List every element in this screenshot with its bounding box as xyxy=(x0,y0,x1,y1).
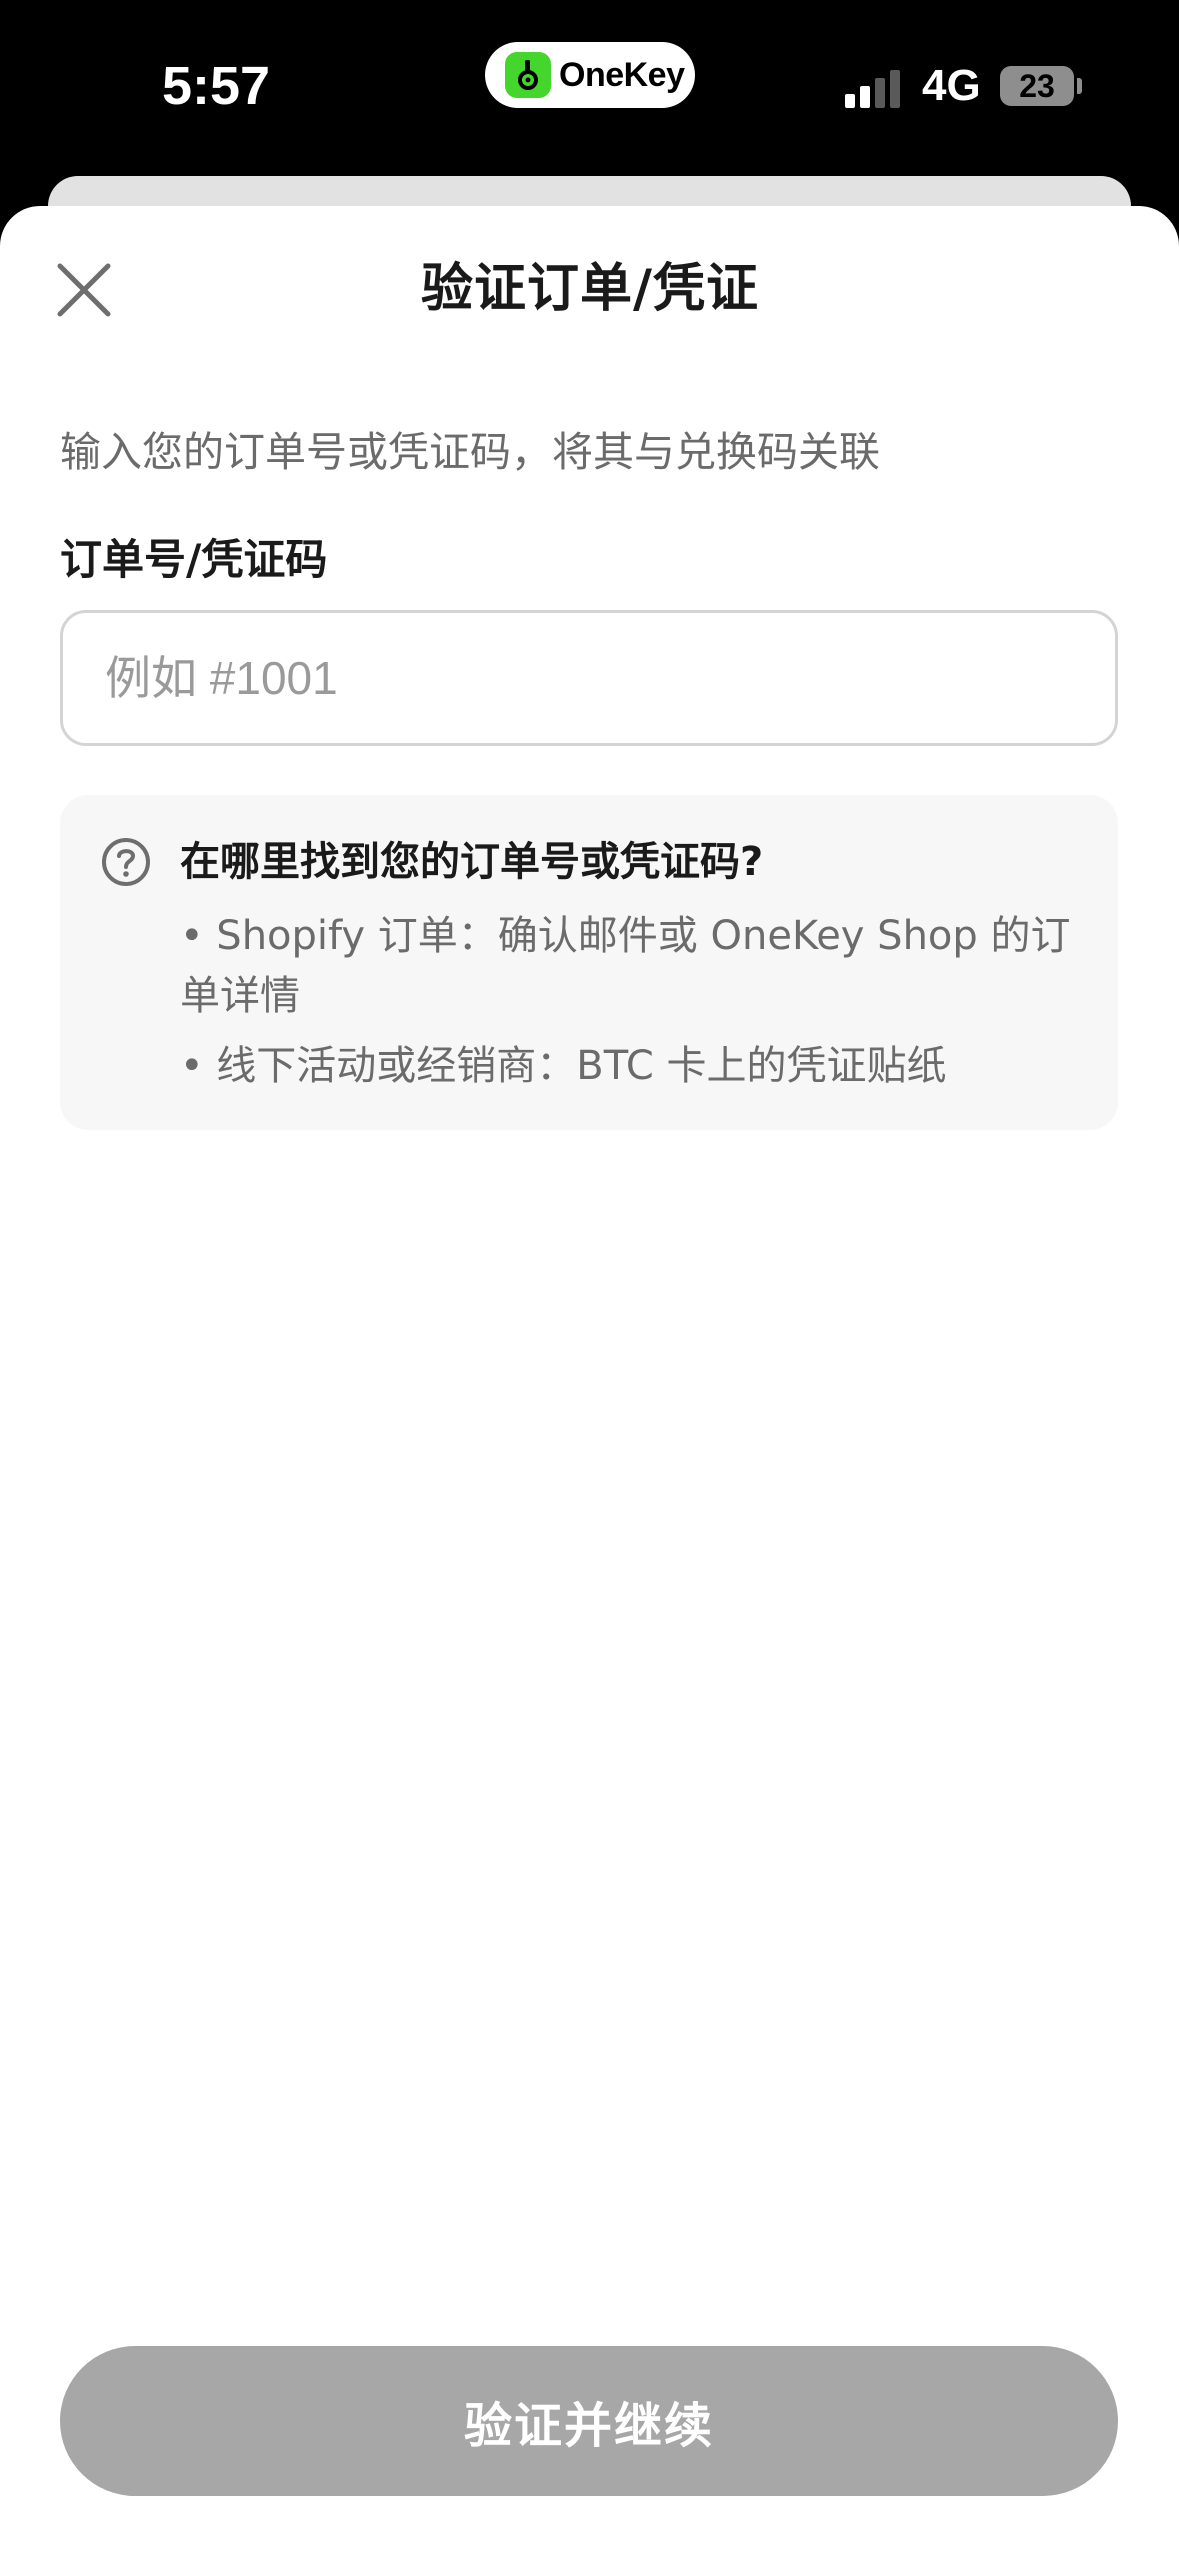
help-item-offline: • 线下活动或经销商：BTC 卡上的凭证贴纸 xyxy=(180,1043,947,1089)
help-title: 在哪里找到您的订单号或凭证码? xyxy=(180,839,764,885)
description-text: 输入您的订单号或凭证码，将其与兑换码关联 xyxy=(60,428,880,476)
battery-tip xyxy=(1077,78,1082,94)
page-title: 验证订单/凭证 xyxy=(421,259,759,319)
help-item-shopify: • Shopify 订单：确认邮件或 OneKey Shop 的订单详情 xyxy=(180,913,1071,1019)
question-circle-icon xyxy=(102,838,150,886)
close-icon xyxy=(57,263,111,317)
verify-continue-button[interactable]: 验证并继续 xyxy=(60,2346,1118,2496)
onekey-logo-icon xyxy=(505,52,551,98)
order-field-label: 订单号/凭证码 xyxy=(60,535,328,584)
dynamic-island-app-pill[interactable]: OneKey xyxy=(485,42,695,108)
status-bar: 5:57 OneKey 4G 23 xyxy=(0,0,1179,175)
island-app-name: OneKey xyxy=(559,55,685,94)
network-type: 4G xyxy=(922,61,981,110)
battery-icon: 23 xyxy=(1000,66,1074,106)
order-number-input[interactable] xyxy=(60,610,1118,746)
cellular-signal-icon xyxy=(845,68,903,108)
close-button[interactable] xyxy=(52,258,116,322)
battery-level: 23 xyxy=(1019,67,1055,104)
status-time: 5:57 xyxy=(162,56,271,116)
